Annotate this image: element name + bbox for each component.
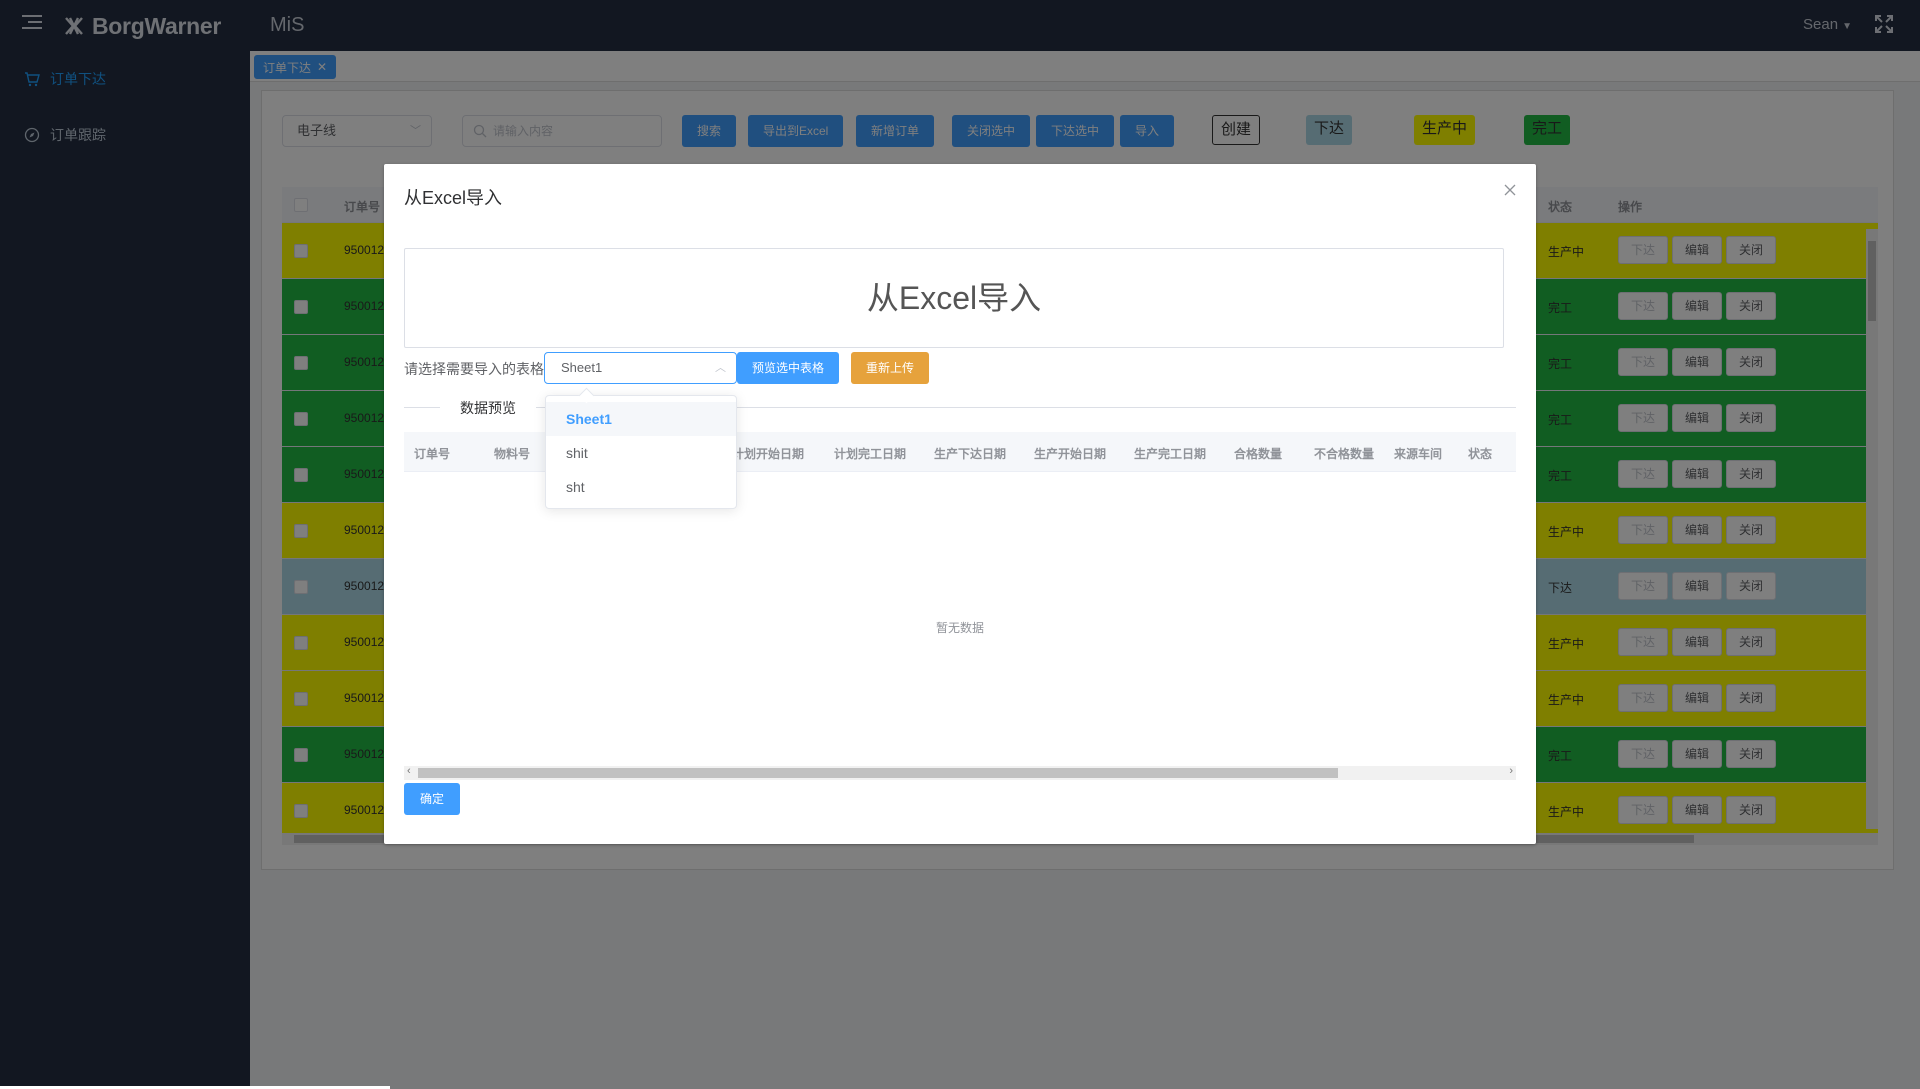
preview-header-cell: 计划开始日期	[732, 447, 805, 461]
preview-horizontal-scrollbar[interactable]: ‹ ›	[404, 765, 1516, 780]
preview-header-cell: 计划完工日期	[834, 447, 907, 461]
dialog-title: 从Excel导入	[404, 188, 503, 208]
preview-header-cell: 来源车间	[1394, 447, 1443, 461]
preview-header-cell: 不合格数量	[1314, 447, 1375, 461]
close-icon[interactable]	[1504, 184, 1516, 196]
preview-header-cell: 合格数量	[1234, 447, 1283, 461]
preview-header-cell: 物料号	[494, 447, 531, 461]
choose-sheet-label: 请选择需要导入的表格	[404, 361, 544, 377]
reupload-button[interactable]: 重新上传	[851, 352, 930, 384]
sheet-select[interactable]: Sheet1 ︿	[544, 352, 737, 384]
preview-sheet-button[interactable]: 预览选中表格	[737, 352, 840, 384]
scroll-right-icon[interactable]: ›	[1509, 765, 1513, 777]
scroll-thumb[interactable]	[418, 768, 1338, 778]
preview-header-cell: 状态	[1468, 447, 1493, 461]
sheet-option[interactable]: sht	[546, 470, 736, 504]
confirm-button[interactable]: 确定	[404, 783, 461, 815]
preview-header-cell: 订单号	[414, 447, 451, 461]
empty-text: 暂无数据	[935, 621, 984, 635]
sheet-dropdown: Sheet1 shit sht	[545, 395, 737, 509]
preview-header-cell: 生产开始日期	[1034, 447, 1107, 461]
sheet-option[interactable]: shit	[546, 436, 736, 470]
sheet-select-value: Sheet1	[561, 360, 603, 375]
preview-header-cell: 生产完工日期	[1134, 447, 1207, 461]
chevron-up-icon: ︿	[715, 362, 726, 374]
dialog-banner: 从Excel导入	[404, 248, 1504, 348]
scroll-left-icon[interactable]: ‹	[407, 765, 411, 777]
preview-header-cell: 生产下达日期	[934, 447, 1007, 461]
data-preview-label: 数据预览	[440, 398, 536, 418]
sheet-option[interactable]: Sheet1	[546, 402, 736, 436]
